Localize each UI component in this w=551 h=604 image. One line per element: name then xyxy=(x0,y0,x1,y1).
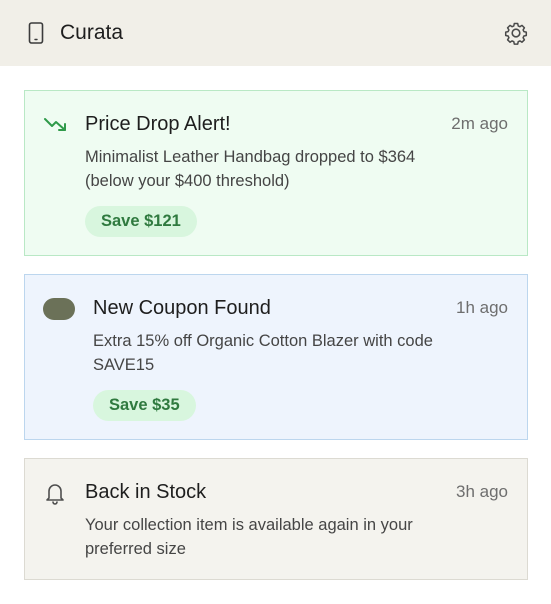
app-title: Curata xyxy=(60,21,124,44)
app-header: Curata xyxy=(0,0,551,66)
notification-title: Price Drop Alert! xyxy=(85,113,231,135)
coupon-pill-icon xyxy=(43,298,75,320)
notification-description-line1: Minimalist Leather Handbag dropped to $3… xyxy=(85,148,416,166)
notification-price-drop[interactable]: Price Drop Alert! 2m ago Minimalist Leat… xyxy=(24,90,528,256)
trending-down-icon xyxy=(44,118,66,131)
notification-description-line1: Your collection item is available again … xyxy=(85,516,413,534)
notification-title: New Coupon Found xyxy=(93,297,271,319)
notification-description-line2: SAVE15 xyxy=(93,356,155,374)
savings-badge: Save $35 xyxy=(93,390,196,421)
phone-icon xyxy=(28,22,44,44)
notification-description-line2: preferred size xyxy=(85,540,186,558)
notification-time: 1h ago xyxy=(456,298,508,317)
notification-time: 3h ago xyxy=(456,482,508,501)
savings-badge: Save $121 xyxy=(85,206,197,237)
notification-description-line1: Extra 15% off Organic Cotton Blazer with… xyxy=(93,332,433,350)
notification-title: Back in Stock xyxy=(85,481,207,503)
gear-icon[interactable] xyxy=(504,21,528,45)
notification-description-line2: (below your $400 threshold) xyxy=(85,172,290,190)
notification-coupon[interactable]: New Coupon Found 1h ago Extra 15% off Or… xyxy=(24,274,528,440)
notification-back-in-stock[interactable]: Back in Stock 3h ago Your collection ite… xyxy=(24,458,528,580)
bell-icon xyxy=(46,484,64,505)
notification-time: 2m ago xyxy=(451,114,508,133)
